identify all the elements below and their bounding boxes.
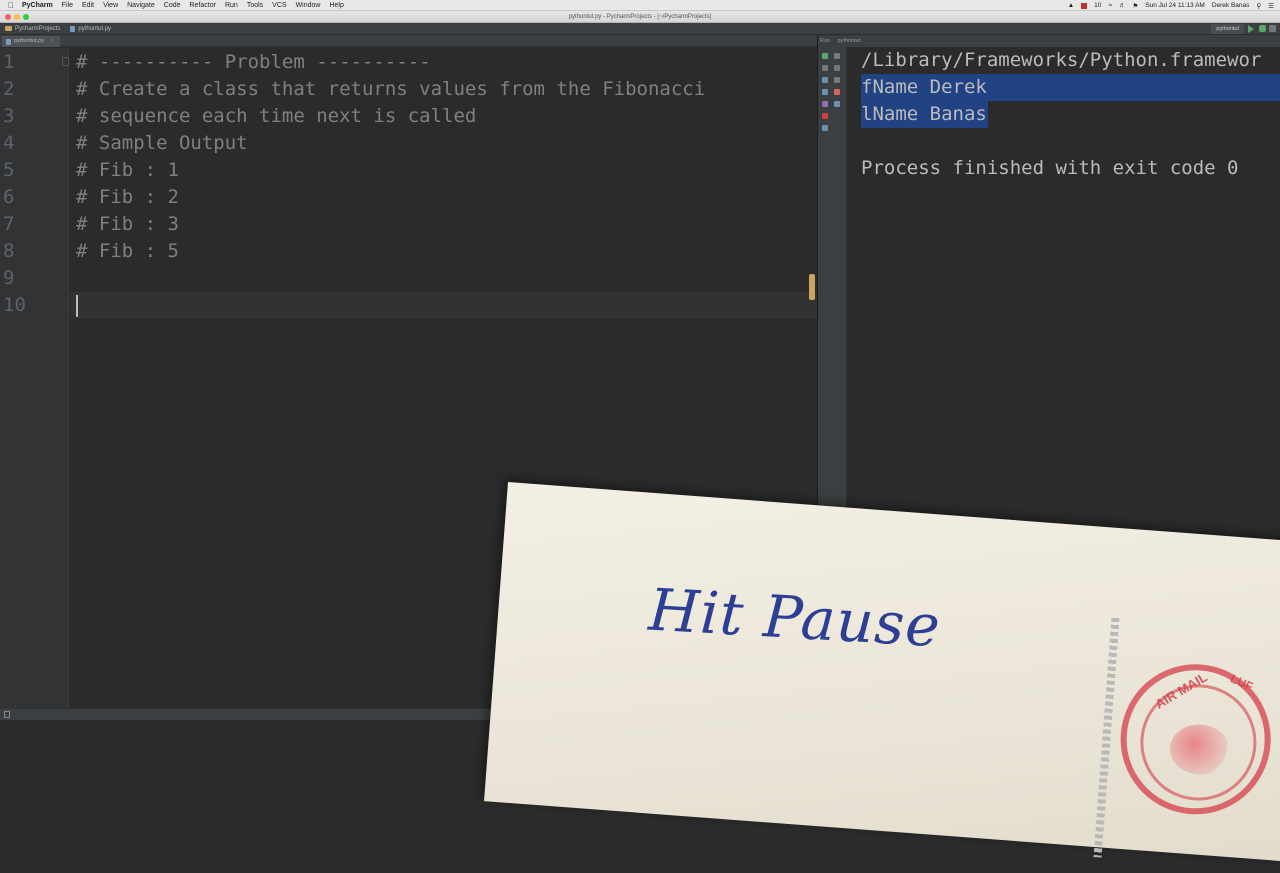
rerun-icon[interactable] — [822, 53, 828, 59]
window-title: pythontut.py - PycharmProjects - [~/Pych… — [568, 14, 712, 20]
code-line[interactable]: # Fib : 5 — [76, 238, 179, 265]
line-number: 4 — [3, 132, 15, 154]
wifi-icon[interactable]: ≈ — [1108, 2, 1112, 9]
tab-label: pythontut.py — [14, 38, 44, 44]
line-number: 5 — [3, 159, 15, 181]
breadcrumb-file-label: pythontut.py — [78, 25, 112, 32]
console-line: /Library/Frameworks/Python.framewor — [861, 49, 1262, 71]
menu-run[interactable]: Run — [225, 0, 238, 11]
dropbox-icon[interactable]: ▲ — [1068, 2, 1074, 9]
folder-icon — [5, 26, 12, 31]
trash-icon[interactable] — [834, 101, 840, 107]
python-file-icon — [6, 38, 11, 45]
menu-refactor[interactable]: Refactor — [190, 0, 216, 11]
code-line[interactable]: # Create a class that returns values fro… — [76, 76, 705, 103]
spotlight-search-icon[interactable]: ⚲ — [1256, 2, 1261, 10]
user-name[interactable]: Derek Banas — [1212, 2, 1250, 9]
scroll-down-icon[interactable] — [834, 65, 840, 71]
hit-pause-postcard-overlay: Hit Pause AIR MAIL LUF — [484, 482, 1280, 863]
breadcrumb-project[interactable]: PycharmProjects — [0, 26, 65, 32]
code-line[interactable]: # Sample Output — [76, 130, 248, 157]
console-line: lName Banas — [861, 101, 988, 128]
run-panel-label: Run — [820, 38, 831, 44]
tool-windows-icon[interactable] — [4, 711, 10, 718]
menu-app-name[interactable]: PyCharm — [22, 0, 53, 11]
window-title-bar: pythontut.py - PycharmProjects - [~/Pych… — [0, 11, 1280, 23]
scroll-up-icon[interactable] — [834, 53, 840, 59]
record-icon[interactable] — [1081, 2, 1088, 9]
stop-icon[interactable] — [1269, 25, 1276, 32]
run-configuration-select[interactable]: pythontut — [1211, 24, 1244, 34]
clock[interactable]: Sun Jul 24 11:13 AM — [1145, 2, 1205, 9]
settings-icon[interactable] — [822, 101, 828, 107]
stop-icon[interactable] — [822, 65, 828, 71]
line-number: 9 — [3, 267, 15, 289]
breadcrumb-project-label: PycharmProjects — [15, 25, 61, 32]
stamp-perforation — [1093, 617, 1120, 858]
close-tab-icon[interactable]: × — [51, 36, 54, 47]
macos-menu-bar:  PyCharm File Edit View Navigate Code R… — [0, 0, 1280, 11]
soft-wrap-icon[interactable] — [834, 77, 840, 83]
notification-badge[interactable]: 10 — [1094, 2, 1101, 9]
python-file-icon — [70, 25, 76, 32]
console-line: fName Derek — [861, 74, 988, 101]
code-line[interactable]: # ---------- Problem ---------- — [76, 49, 431, 76]
close-icon[interactable] — [822, 113, 828, 119]
menu-window[interactable]: Window — [296, 0, 321, 11]
volume-icon[interactable]: ♬ — [1119, 2, 1126, 9]
code-line[interactable]: # Fib : 3 — [76, 211, 179, 238]
apple-icon[interactable]:  — [0, 1, 22, 10]
menu-edit[interactable]: Edit — [82, 0, 94, 11]
menu-tools[interactable]: Tools — [247, 0, 263, 11]
line-number: 2 — [3, 78, 15, 100]
menu-navigate[interactable]: Navigate — [127, 0, 155, 11]
line-number: 3 — [3, 105, 15, 127]
fold-icon[interactable] — [62, 57, 69, 66]
print-icon[interactable] — [834, 89, 840, 95]
console-line: Process finished with exit code 0 — [861, 157, 1239, 179]
code-line[interactable]: # Fib : 1 — [76, 157, 179, 184]
menu-list-icon[interactable]: ☰ — [1268, 2, 1274, 10]
editor-tab-bar: pythontut.py × — [0, 35, 817, 47]
flag-icon[interactable]: ⚑ — [1132, 2, 1138, 10]
help-icon[interactable] — [822, 125, 828, 131]
line-number: 10 — [3, 294, 26, 316]
navigation-bar: PycharmProjects pythontut.py pythontut — [0, 23, 1280, 35]
menu-view[interactable]: View — [103, 0, 118, 11]
menu-vcs[interactable]: VCS — [272, 0, 286, 11]
code-line[interactable]: # Fib : 2 — [76, 184, 179, 211]
breadcrumb-file[interactable]: pythontut.py — [65, 25, 116, 32]
hit-pause-text: Hit Pause — [646, 575, 943, 661]
line-number: 7 — [3, 213, 15, 235]
menu-help[interactable]: Help — [329, 0, 343, 11]
current-line-highlight — [70, 292, 817, 319]
debug-bug-icon[interactable] — [1259, 25, 1266, 32]
line-number: 8 — [3, 240, 15, 262]
code-line[interactable]: # sequence each time next is called — [76, 103, 476, 130]
tab-pythontut[interactable]: pythontut.py × — [2, 36, 61, 47]
text-caret — [76, 295, 78, 317]
run-panel-header: Run pythontut — [818, 35, 1280, 47]
line-number: 6 — [3, 186, 15, 208]
pause-icon[interactable] — [822, 77, 828, 83]
dump-threads-icon[interactable] — [822, 89, 828, 95]
line-number: 1 — [3, 51, 15, 73]
run-panel-config[interactable]: pythontut — [838, 38, 861, 44]
menu-extras: ▲ 10 ≈ ♬ ⚑ Sun Jul 24 11:13 AM Derek Ban… — [1068, 0, 1274, 11]
menu-file[interactable]: File — [62, 0, 73, 11]
run-play-icon[interactable] — [1248, 25, 1254, 33]
menu-code[interactable]: Code — [164, 0, 181, 11]
scrollbar-marker[interactable] — [809, 274, 815, 300]
